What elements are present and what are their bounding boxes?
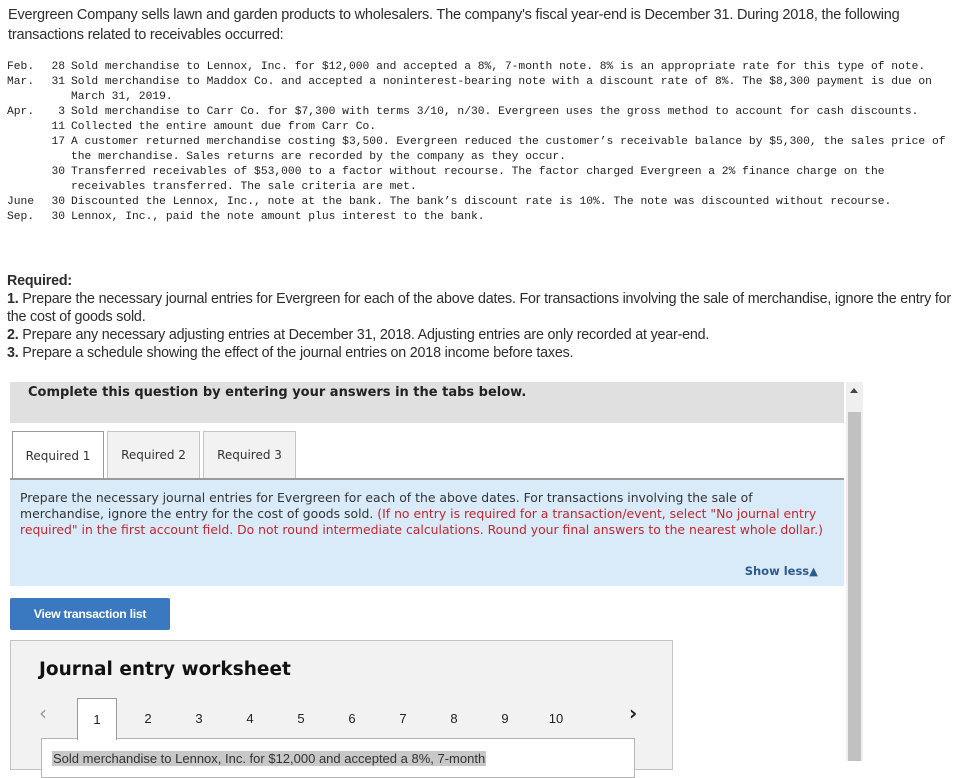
transaction-list: Feb. 28 Sold merchandise to Lennox, Inc. f… <box>7 60 947 225</box>
triangle-up-icon: ▲ <box>809 564 818 578</box>
transaction-day: 11 <box>51 121 65 133</box>
chevron-right-icon[interactable]: › <box>629 701 637 725</box>
transaction-day: 30 <box>51 196 65 208</box>
instructions-box: Prepare the necessary journal entries fo… <box>10 478 844 586</box>
worksheet-page-tab[interactable]: 5 <box>281 698 321 738</box>
transaction-day: 17 <box>51 136 65 148</box>
tab-required-2[interactable]: Required 2 <box>107 431 200 478</box>
entry-panel: Sold merchandise to Lennox, Inc. for $12… <box>41 738 635 778</box>
chevron-left-icon[interactable]: ‹ <box>39 701 47 725</box>
scroll-thumb[interactable] <box>848 412 861 761</box>
transaction-row: 30 Transferred receivables of $53,000 to … <box>7 165 947 195</box>
transaction-text: A customer returned merchandise costing … <box>71 136 946 163</box>
required-item-3: 3. Prepare a schedule showing the effect… <box>7 345 574 361</box>
required-heading: Required: <box>7 273 72 289</box>
transaction-text: Collected the entire amount due from Car… <box>71 121 377 133</box>
required-item-2: 2. Prepare any necessary adjusting entri… <box>7 327 710 343</box>
worksheet-title: Journal entry worksheet <box>39 659 291 680</box>
transaction-row: 17 A customer returned merchandise costin… <box>7 135 947 165</box>
transaction-day: 28 <box>51 61 65 73</box>
transaction-row: Mar. 31 Sold merchandise to Maddox Co. and… <box>7 75 947 105</box>
transaction-day: 3 <box>58 106 65 118</box>
worksheet-page-tab[interactable]: 9 <box>485 698 525 738</box>
transaction-text: Lennox, Inc., paid the note amount plus … <box>71 211 485 223</box>
worksheet-page-tab[interactable]: 10 <box>536 698 576 738</box>
tab-required-3[interactable]: Required 3 <box>203 431 296 478</box>
transaction-text: Sold merchandise to Maddox Co. and accep… <box>71 76 932 103</box>
required-item-1: 1. Prepare the necessary journal entries… <box>7 291 951 325</box>
entry-description: Sold merchandise to Lennox, Inc. for $12… <box>52 751 487 766</box>
tab-required-1[interactable]: Required 1 <box>12 431 104 480</box>
transaction-row: Apr. 3 Sold merchandise to Carr Co. for $7… <box>7 105 947 120</box>
transaction-month: Mar. <box>7 76 35 88</box>
transaction-text: Transferred receivables of $53,000 to a … <box>71 166 885 193</box>
transaction-row: June 30 Discounted the Lennox, Inc., note … <box>7 195 947 210</box>
transaction-month: Apr. <box>7 106 35 118</box>
transaction-month: Feb. <box>7 61 35 73</box>
transaction-day: 31 <box>51 76 65 88</box>
journal-entry-worksheet: Journal entry worksheet ‹ 1 2 3 4 5 6 7 8 9 10 › … <box>10 640 673 778</box>
transaction-month <box>7 120 45 135</box>
transaction-text: Sold merchandise to Lennox, Inc. for $12… <box>71 61 926 73</box>
transaction-text: Sold merchandise to Carr Co. for $7,300 … <box>71 106 919 118</box>
worksheet-page-tab[interactable]: 3 <box>179 698 219 738</box>
transaction-month: Sep. <box>7 211 35 223</box>
worksheet-page-tab[interactable]: 4 <box>230 698 270 738</box>
transaction-text: Discounted the Lennox, Inc., note at the… <box>71 196 892 208</box>
transaction-row: Feb. 28 Sold merchandise to Lennox, Inc. f… <box>7 60 947 75</box>
transaction-month <box>7 135 45 165</box>
required-section: Required: 1. Prepare the necessary journ… <box>7 272 952 362</box>
worksheet-page-tab[interactable]: 2 <box>128 698 168 738</box>
transaction-row: Sep. 30 Lennox, Inc., paid the note amount… <box>7 210 947 225</box>
panel-header-text: Complete this question by entering your … <box>28 385 527 400</box>
worksheet-page-tab[interactable]: 8 <box>434 698 474 738</box>
show-less-link[interactable]: Show less▲ <box>745 564 818 578</box>
transaction-day: 30 <box>51 211 65 223</box>
transaction-month <box>7 165 45 195</box>
question-panel-header: Complete this question by entering your … <box>10 382 844 423</box>
problem-intro: Evergreen Company sells lawn and garden … <box>8 7 900 43</box>
transaction-row: 11 Collected the entire amount due from C… <box>7 120 947 135</box>
required-tabs: Required 1 Required 2 Required 3 <box>12 431 299 480</box>
view-transaction-list-button[interactable]: View transaction list <box>10 598 170 630</box>
vertical-scrollbar[interactable] <box>846 382 863 761</box>
worksheet-page-tab[interactable]: 6 <box>332 698 372 738</box>
worksheet-page-tab[interactable]: 7 <box>383 698 423 738</box>
worksheet-page-tab[interactable]: 1 <box>77 698 117 740</box>
scroll-up-arrow-icon[interactable] <box>850 388 858 393</box>
transaction-day: 30 <box>51 166 65 178</box>
transaction-month: June <box>7 196 35 208</box>
instructions-text: Prepare the necessary journal entries fo… <box>20 490 823 537</box>
